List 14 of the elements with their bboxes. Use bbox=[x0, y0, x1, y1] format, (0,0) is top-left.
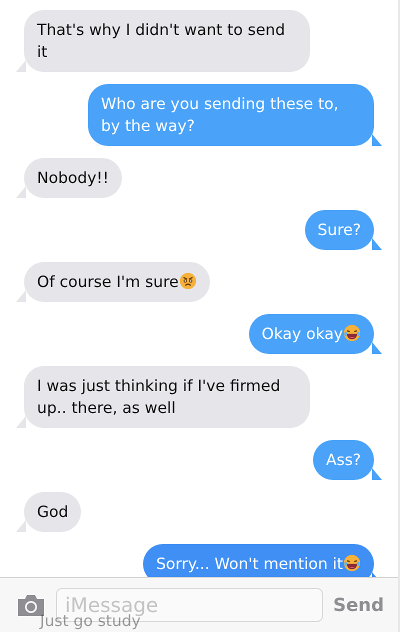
laughing-face-icon bbox=[343, 324, 361, 342]
message-bubble: Sure? bbox=[304, 210, 374, 250]
message-bubble: That's why I didn't want to send it bbox=[24, 10, 310, 72]
message-bubble: Ass? bbox=[313, 440, 374, 480]
message-bubble: I was just thinking if I've firmed up.. there, as well bbox=[24, 366, 310, 428]
message-bubble: Of course I'm sure bbox=[24, 262, 210, 302]
send-button[interactable]: Send bbox=[333, 594, 384, 616]
message-bubble: Nobody!! bbox=[24, 158, 122, 198]
message-bubble: God bbox=[24, 492, 82, 532]
angry-face-icon bbox=[178, 272, 197, 290]
message-bubble: Sorry... Won't mention it bbox=[143, 544, 374, 577]
message-bubble: Okay okay bbox=[248, 314, 374, 354]
message-bubble: Who are you sending these to, by the way? bbox=[88, 84, 374, 146]
laughing-face-icon bbox=[343, 554, 361, 572]
